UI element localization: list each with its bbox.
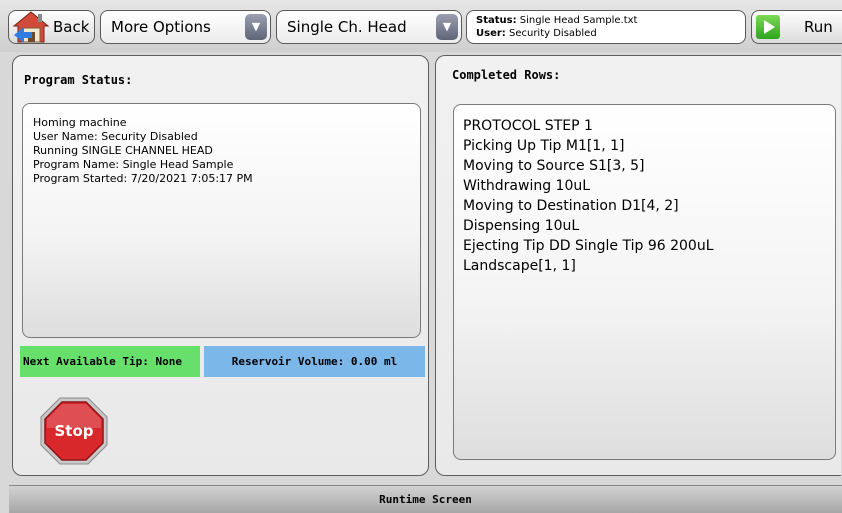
status-log-line: User Name: Security Disabled bbox=[33, 130, 198, 143]
more-options-dropdown[interactable]: More Options ▼ bbox=[100, 10, 271, 44]
home-icon bbox=[12, 11, 50, 43]
runtime-screen-footer: Runtime Screen bbox=[9, 485, 842, 513]
completed-rows-list: PROTOCOL STEP 1 Picking Up Tip M1[1, 1] … bbox=[453, 104, 836, 460]
next-available-tip-indicator: Next Available Tip: None bbox=[20, 346, 200, 377]
completed-rows-title: Completed Rows: bbox=[452, 68, 561, 82]
status-log-line: Program Started: 7/20/2021 7:05:17 PM bbox=[33, 172, 253, 185]
status-log-line: Program Name: Single Head Sample bbox=[33, 158, 234, 171]
completed-rows-panel: Completed Rows: PROTOCOL STEP 1 Picking … bbox=[435, 55, 841, 476]
completed-row: Withdrawing 10uL bbox=[463, 178, 591, 194]
user-line: User: Security Disabled bbox=[476, 28, 597, 39]
completed-row: PROTOCOL STEP 1 bbox=[463, 118, 593, 134]
stop-label: Stop bbox=[54, 422, 93, 440]
chevron-down-icon[interactable]: ▼ bbox=[436, 14, 458, 40]
status-log-line: Homing machine bbox=[33, 116, 127, 129]
play-icon bbox=[756, 15, 780, 39]
program-status-log: Homing machine User Name: Security Disab… bbox=[22, 103, 421, 338]
completed-row: Moving to Source S1[3, 5] bbox=[463, 158, 645, 174]
completed-row: Picking Up Tip M1[1, 1] bbox=[463, 138, 625, 154]
completed-row: Ejecting Tip DD Single Tip 96 200uL bbox=[463, 238, 714, 254]
status-log-line: Running SINGLE CHANNEL HEAD bbox=[33, 144, 213, 157]
completed-row: Moving to Destination D1[4, 2] bbox=[463, 198, 679, 214]
status-line: Status: Single Head Sample.txt bbox=[476, 15, 638, 26]
reservoir-volume-indicator: Reservoir Volume: 0.00 ml bbox=[204, 346, 425, 377]
more-options-label: More Options bbox=[111, 18, 211, 36]
back-button[interactable]: Back bbox=[8, 10, 95, 44]
completed-row: Landscape[1, 1] bbox=[463, 258, 576, 274]
program-status-panel: Program Status: Homing machine User Name… bbox=[12, 55, 429, 476]
head-type-dropdown[interactable]: Single Ch. Head ▼ bbox=[276, 10, 462, 44]
status-display: Status: Single Head Sample.txt User: Sec… bbox=[466, 10, 746, 44]
head-type-label: Single Ch. Head bbox=[287, 18, 407, 36]
run-label: Run bbox=[804, 18, 833, 36]
completed-row: Dispensing 10uL bbox=[463, 218, 580, 234]
stop-button[interactable]: Stop bbox=[39, 396, 109, 466]
back-label: Back bbox=[53, 18, 90, 36]
chevron-down-icon[interactable]: ▼ bbox=[245, 14, 267, 40]
run-button[interactable]: Run bbox=[751, 10, 842, 44]
top-toolbar: Back More Options ▼ Single Ch. Head ▼ St… bbox=[0, 0, 842, 52]
program-status-title: Program Status: bbox=[24, 73, 133, 87]
